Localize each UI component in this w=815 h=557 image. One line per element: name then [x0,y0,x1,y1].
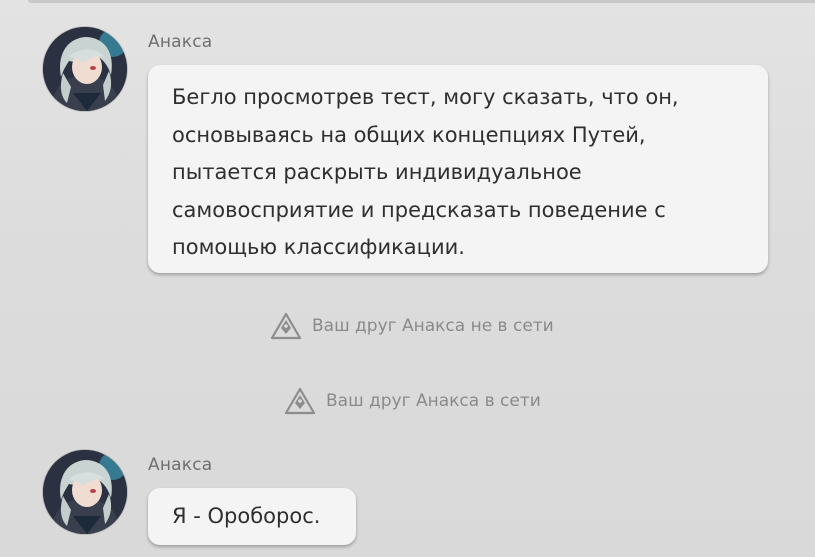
avatar[interactable] [43,27,127,111]
top-divider [28,0,815,3]
message-bubble[interactable]: Я - Оробoрос. [148,488,356,545]
avatar[interactable] [43,450,127,534]
status-triangle-icon [270,312,302,340]
message-text-line: Бегло просмотрев тест, могу сказать, что… [172,85,679,109]
message-text-line: пытается раскрыть индивидуальное [172,160,582,184]
avatar-image [43,27,127,111]
avatar-image [43,450,127,534]
message-text-line: основываясь на общих концепциях Путей, [172,122,646,147]
notice-text: Ваш друг Анакса не в сети [312,316,554,336]
status-notice-online: Ваш друг Анакса в сети [284,387,541,415]
message-text-line: Я - Оробoрос. [172,504,321,528]
status-notice-offline: Ваш друг Анакса не в сети [270,312,554,340]
notice-text: Ваш друг Анакса в сети [326,391,541,411]
message-sender-name: Анакса [148,455,213,475]
status-triangle-icon [284,387,316,415]
message-text-line: помощью классификации. [172,235,465,259]
message-bubble[interactable]: Бегло просмотрев тест, могу сказать, что… [148,65,768,273]
message-sender-name: Анакса [148,32,213,52]
message-text-line: самовосприятие и предсказать поведение с [172,197,666,222]
